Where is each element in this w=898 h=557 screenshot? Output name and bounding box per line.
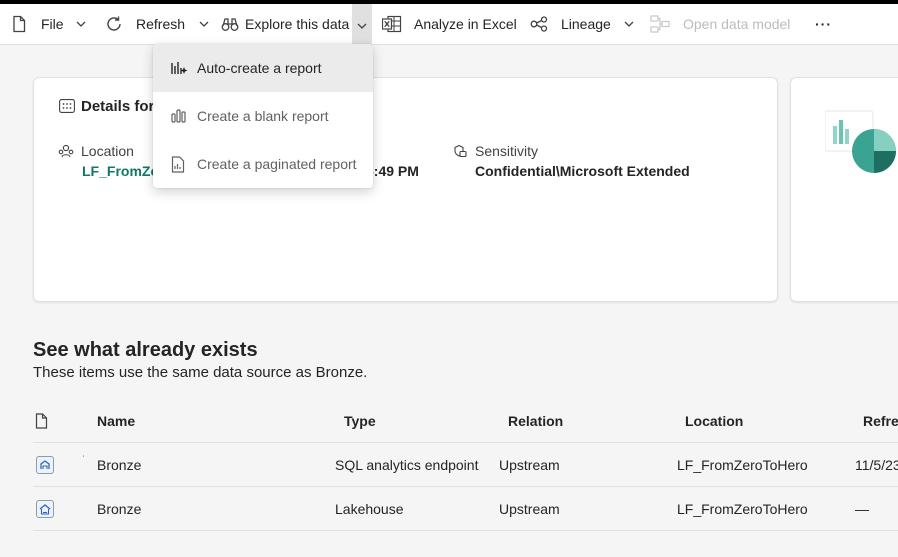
row-type: Lakehouse [335,501,404,517]
chevron-down-icon [624,21,634,27]
related-section-title: See what already exists [33,339,258,361]
row-refreshed: 11/5/23 [855,457,898,473]
row-refreshed: — [855,501,869,517]
refreshed-value: 3:49 PM [366,163,419,179]
location-icon [58,144,74,163]
menu-item-blank-report[interactable]: Create a blank report [153,92,373,140]
row-name[interactable]: Bronze [97,457,141,473]
row-location: LF_FromZeroToHero [677,457,808,473]
details-grid-icon [59,99,75,118]
open-data-model-button[interactable]: Open data model [650,4,790,44]
refresh-icon [105,15,123,33]
table-divider [33,530,898,531]
lineage-label: Lineage [561,16,611,32]
related-section-subtitle: These items use the same data source as … [33,364,368,381]
table-divider [33,442,898,443]
report-illustration-icon [824,110,898,179]
file-icon [11,15,27,33]
row-relation: Upstream [499,501,560,517]
chevron-down-icon [199,21,209,27]
lineage-button[interactable]: Lineage [530,4,634,44]
paginated-report-icon [171,156,185,176]
explore-data-menu: Auto-create a report Create a blank repo… [153,44,373,188]
analyze-in-excel-label: Analyze in Excel [414,16,517,32]
excel-icon [382,15,402,33]
file-button[interactable]: File [11,4,86,44]
chevron-down-icon [76,21,86,27]
row-type: SQL analytics endpoint [335,457,479,473]
sensitivity-value: Confidential\Microsoft Extended [475,163,690,179]
more-options-button[interactable]: ··· [815,4,832,44]
row-location: LF_FromZeroToHero [677,501,808,517]
column-header-location[interactable]: Location [685,413,743,429]
menu-item-label: Create a paginated report [197,156,357,172]
explore-data-label: Explore this data [245,16,350,32]
column-header-type[interactable]: Type [344,413,376,429]
explore-data-button[interactable]: Explore this data [221,4,349,44]
row-name[interactable]: Bronze [97,501,141,517]
details-title: Details for [81,98,155,115]
analyze-in-excel-button[interactable]: Analyze in Excel [382,4,517,44]
file-label: File [41,16,64,32]
auto-report-icon [171,60,189,79]
refresh-label: Refresh [136,16,186,32]
binoculars-icon [221,16,239,32]
sensitivity-label: Sensitivity [475,143,539,159]
blank-report-icon [171,108,187,127]
more-icon: ··· [815,16,832,32]
column-header-relation[interactable]: Relation [508,413,563,429]
column-header-name[interactable]: Name [97,413,135,429]
lineage-icon [530,16,548,32]
toolbar: File Refresh Explore this data Analyze i… [0,4,898,45]
menu-item-label: Create a blank report [197,108,329,124]
open-data-model-label: Open data model [683,16,791,32]
refresh-button[interactable]: Refresh [105,4,209,44]
menu-item-label: Auto-create a report [197,60,322,76]
column-header-refreshed[interactable]: Refres [863,413,898,429]
menu-item-paginated-report[interactable]: Create a paginated report [153,140,373,188]
lakehouse-icon [36,500,54,518]
explore-data-dropdown-button[interactable] [352,4,372,44]
location-label: Location [81,143,134,159]
location-link[interactable]: LF_FromZer [82,163,164,179]
file-type-column-icon [35,413,48,434]
sql-endpoint-icon [36,456,54,474]
data-model-icon [650,14,670,34]
tick-mark-icon: ʾ [82,454,85,464]
table-divider [33,486,898,487]
menu-item-auto-create-report[interactable]: Auto-create a report [153,44,373,92]
chevron-down-icon [357,16,367,32]
sensitivity-icon [453,144,467,163]
row-relation: Upstream [499,457,560,473]
